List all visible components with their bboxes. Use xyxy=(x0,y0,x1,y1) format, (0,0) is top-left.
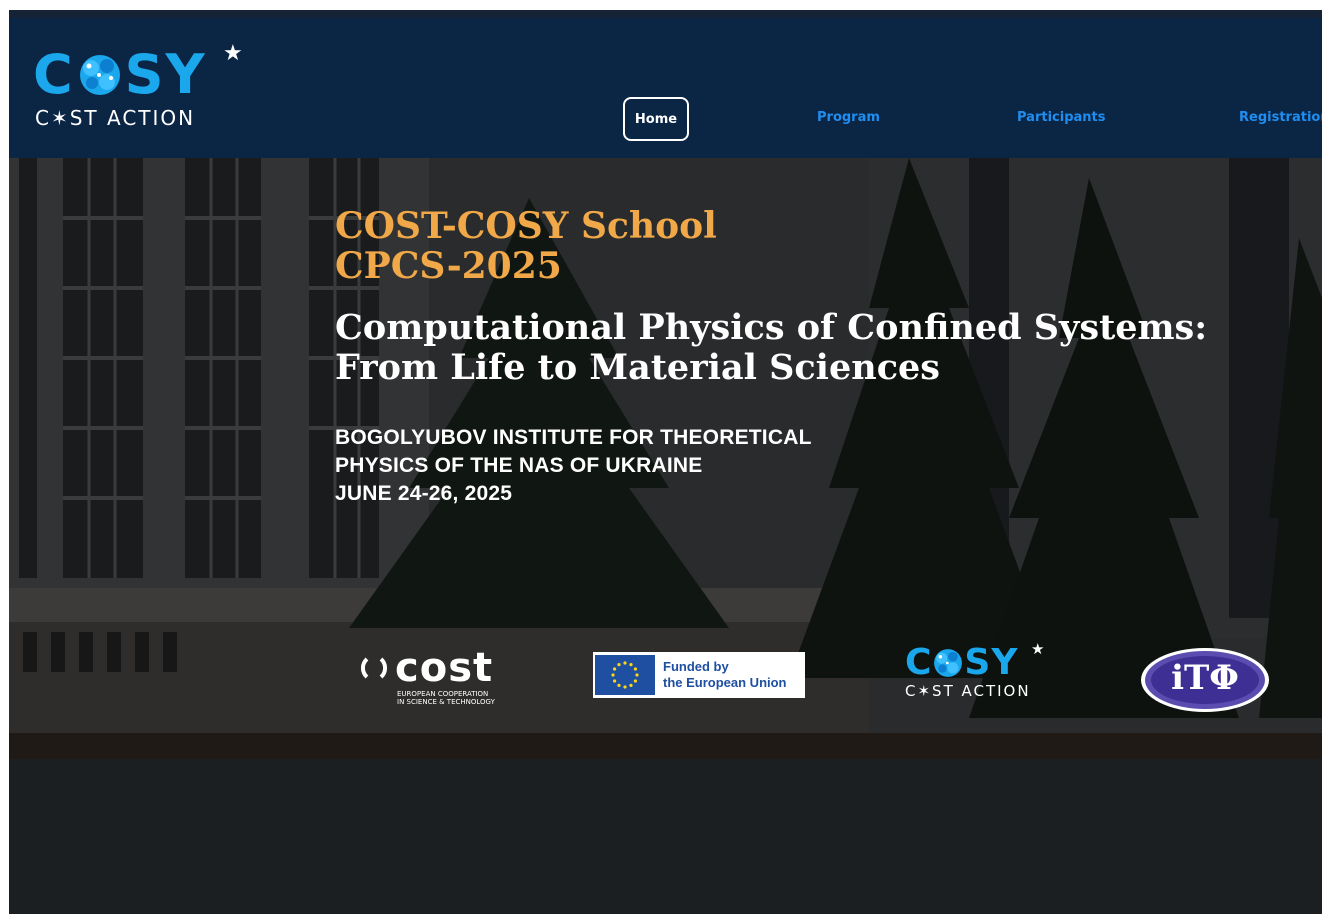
cosy-partner-subtitle: C✶ST ACTION xyxy=(905,682,1031,700)
school-title: COST-COSY School CPCS-2025 xyxy=(335,205,717,287)
cosy-partner-logo[interactable]: C SY ★ C✶ST ACTION xyxy=(905,641,1055,714)
nav-home-button[interactable]: Home xyxy=(623,97,689,141)
eu-stars-icon xyxy=(611,661,639,689)
nav-program-link[interactable]: Program xyxy=(817,110,880,125)
eu-funding-text: Funded by the European Union xyxy=(663,659,787,690)
itp-institute-logo[interactable]: iTΦ xyxy=(1139,646,1271,714)
cost-wordmark: cost xyxy=(395,645,494,691)
nav-registration-link[interactable]: Registration xyxy=(1239,110,1322,125)
page-frame: C SY ★ C✶ST ACTION Home Program Particip… xyxy=(9,10,1322,914)
partner-logos: cost EUROPEAN COOPERATION IN SCIENCE & T… xyxy=(9,640,1322,730)
hero-banner: COST-COSY School CPCS-2025 Computational… xyxy=(9,158,1322,759)
venue-line-1: BOGOLYUBOV INSTITUTE FOR THEORETICAL xyxy=(335,426,812,449)
top-strip xyxy=(9,10,1322,18)
nav-participants-link[interactable]: Participants xyxy=(1017,110,1105,125)
cost-logo[interactable]: cost EUROPEAN COOPERATION IN SCIENCE & T… xyxy=(359,648,519,710)
page-title: Computational Physics of Confined System… xyxy=(335,307,1208,388)
venue-line-2: PHYSICS OF THE NAS OF UKRAINE xyxy=(335,454,703,477)
content-area xyxy=(9,759,1322,914)
site-header: C SY ★ C✶ST ACTION Home Program Particip… xyxy=(9,18,1322,158)
event-date: JUNE 24-26, 2025 xyxy=(335,482,513,505)
cost-tagline: EUROPEAN COOPERATION IN SCIENCE & TECHNO… xyxy=(397,690,495,706)
eu-flag-icon xyxy=(595,655,655,695)
eu-funding-logo[interactable]: Funded by the European Union xyxy=(593,652,805,698)
main-nav: Home Program Participants Registration xyxy=(9,18,1322,158)
itp-text: iTΦ xyxy=(1171,658,1239,698)
bubble-cluster-icon xyxy=(934,649,963,677)
cost-ring-icon xyxy=(360,657,388,679)
venue-and-date: BOGOLYUBOV INSTITUTE FOR THEORETICAL PHY… xyxy=(335,424,1235,508)
star-icon: ★ xyxy=(1031,641,1045,658)
hero-text: COST-COSY School CPCS-2025 Computational… xyxy=(335,206,1235,508)
